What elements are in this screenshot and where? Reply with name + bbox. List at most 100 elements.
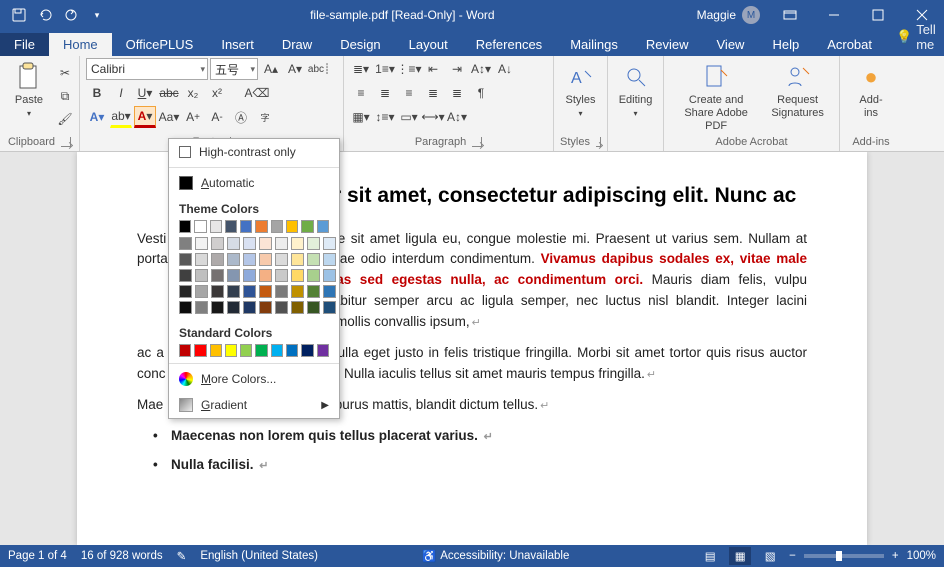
color-swatch[interactable] bbox=[227, 301, 240, 314]
color-swatch[interactable] bbox=[286, 220, 298, 233]
save-icon[interactable] bbox=[8, 4, 30, 26]
show-hide-icon[interactable]: ¶ bbox=[470, 82, 492, 104]
grow-font2-icon[interactable]: A+ bbox=[182, 106, 204, 128]
cut-icon[interactable]: ✂ bbox=[54, 62, 76, 84]
color-swatch[interactable] bbox=[210, 220, 222, 233]
color-swatch[interactable] bbox=[307, 253, 320, 266]
enclosed-char-icon[interactable]: Ⓐ bbox=[230, 106, 252, 128]
text-effects-icon[interactable]: A▾ bbox=[86, 106, 108, 128]
accessibility-indicator[interactable]: ♿ Accessibility: Unavailable bbox=[422, 549, 569, 563]
change-case-icon[interactable]: Aa▾ bbox=[158, 106, 180, 128]
shading-icon[interactable]: ▦▾ bbox=[350, 106, 372, 128]
tab-insert[interactable]: Insert bbox=[207, 33, 268, 56]
user-account[interactable]: Maggie M bbox=[689, 6, 768, 24]
color-swatch[interactable] bbox=[243, 237, 256, 250]
qat-dropdown-icon[interactable]: ▾ bbox=[86, 4, 108, 26]
color-swatch[interactable] bbox=[255, 220, 267, 233]
styles-button[interactable]: A Styles▾ bbox=[560, 58, 601, 119]
shrink-font-icon[interactable]: A▾ bbox=[284, 58, 306, 80]
asian-layout-icon[interactable]: A↕▾ bbox=[470, 58, 492, 80]
paste-button[interactable]: Paste ▾ bbox=[6, 58, 52, 130]
color-swatch[interactable] bbox=[227, 237, 240, 250]
color-swatch[interactable] bbox=[227, 285, 240, 298]
shrink-font2-icon[interactable]: A- bbox=[206, 106, 228, 128]
color-swatch[interactable] bbox=[259, 253, 272, 266]
tab-layout[interactable]: Layout bbox=[395, 33, 462, 56]
color-swatch[interactable] bbox=[275, 237, 288, 250]
tab-references[interactable]: References bbox=[462, 33, 556, 56]
tab-acrobat[interactable]: Acrobat bbox=[813, 33, 886, 56]
char-border-icon[interactable]: 字 bbox=[254, 106, 276, 128]
gradient-option[interactable]: Gradient ▶ bbox=[169, 392, 339, 418]
color-swatch[interactable] bbox=[195, 253, 208, 266]
zoom-out-icon[interactable]: − bbox=[789, 550, 796, 562]
zoom-slider[interactable] bbox=[804, 554, 884, 558]
color-swatch[interactable] bbox=[195, 269, 208, 282]
sort-icon[interactable]: A↓ bbox=[494, 58, 516, 80]
asian-justify-icon[interactable]: ⟷▾ bbox=[422, 106, 444, 128]
line-spacing-icon[interactable]: ↕≡▾ bbox=[374, 106, 396, 128]
color-swatch[interactable] bbox=[243, 269, 256, 282]
color-swatch[interactable] bbox=[323, 269, 336, 282]
grow-font-icon[interactable]: A▴ bbox=[260, 58, 282, 80]
color-swatch[interactable] bbox=[227, 253, 240, 266]
ribbon-options-icon[interactable] bbox=[768, 0, 812, 30]
color-swatch[interactable] bbox=[271, 344, 283, 357]
color-swatch[interactable] bbox=[275, 253, 288, 266]
color-swatch[interactable] bbox=[323, 253, 336, 266]
document-area[interactable]: r sit amet, consectetur adipiscing elit.… bbox=[0, 152, 944, 545]
superscript-button[interactable]: x² bbox=[206, 82, 228, 104]
color-swatch[interactable] bbox=[291, 285, 304, 298]
redo-icon[interactable] bbox=[60, 4, 82, 26]
underline-button[interactable]: U▾ bbox=[134, 82, 156, 104]
color-swatch[interactable] bbox=[275, 269, 288, 282]
color-swatch[interactable] bbox=[179, 301, 192, 314]
tab-view[interactable]: View bbox=[703, 33, 759, 56]
color-swatch[interactable] bbox=[194, 344, 206, 357]
color-swatch[interactable] bbox=[211, 301, 224, 314]
color-swatch[interactable] bbox=[195, 285, 208, 298]
subscript-button[interactable]: x₂ bbox=[182, 82, 204, 104]
color-swatch[interactable] bbox=[225, 344, 237, 357]
color-swatch[interactable] bbox=[323, 285, 336, 298]
bullets-icon[interactable]: ≣▾ bbox=[350, 58, 372, 80]
color-swatch[interactable] bbox=[317, 344, 329, 357]
minimize-icon[interactable] bbox=[812, 0, 856, 30]
italic-button[interactable]: I bbox=[110, 82, 132, 104]
print-layout-icon[interactable]: ▦ bbox=[729, 547, 751, 565]
color-swatch[interactable] bbox=[179, 285, 192, 298]
color-swatch[interactable] bbox=[301, 220, 313, 233]
color-swatch[interactable] bbox=[225, 220, 237, 233]
multilevel-icon[interactable]: ⋮≡▾ bbox=[398, 58, 420, 80]
strikethrough-button[interactable]: abc bbox=[158, 82, 180, 104]
align-left-icon[interactable]: ≡ bbox=[350, 82, 372, 104]
align-right-icon[interactable]: ≡ bbox=[398, 82, 420, 104]
highlight-icon[interactable]: ab▾ bbox=[110, 106, 132, 128]
font-size-combo[interactable]: 五号 bbox=[210, 58, 258, 80]
more-colors-option[interactable]: More Colors... bbox=[169, 366, 339, 392]
color-swatch[interactable] bbox=[227, 269, 240, 282]
color-swatch[interactable] bbox=[179, 344, 191, 357]
color-swatch[interactable] bbox=[179, 220, 191, 233]
color-swatch[interactable] bbox=[259, 269, 272, 282]
color-swatch[interactable] bbox=[243, 285, 256, 298]
numbering-icon[interactable]: 1≡▾ bbox=[374, 58, 396, 80]
clipboard-launcher-icon[interactable] bbox=[61, 137, 71, 147]
create-share-pdf-button[interactable]: Create and Share Adobe PDF bbox=[670, 58, 762, 134]
increase-indent-icon[interactable]: ⇥ bbox=[446, 58, 468, 80]
paragraph-launcher-icon[interactable] bbox=[472, 137, 482, 147]
color-swatch[interactable] bbox=[291, 269, 304, 282]
color-swatch[interactable] bbox=[307, 269, 320, 282]
zoom-in-icon[interactable]: + bbox=[892, 550, 899, 562]
undo-icon[interactable] bbox=[34, 4, 56, 26]
tab-review[interactable]: Review bbox=[632, 33, 703, 56]
color-swatch[interactable] bbox=[240, 220, 252, 233]
web-layout-icon[interactable]: ▧ bbox=[759, 547, 781, 565]
color-swatch[interactable] bbox=[307, 237, 320, 250]
tab-design[interactable]: Design bbox=[326, 33, 394, 56]
tell-me[interactable]: 💡 Tell me bbox=[886, 18, 944, 56]
phonetic-guide-icon[interactable]: abc┊ bbox=[308, 58, 330, 80]
color-swatch[interactable] bbox=[291, 253, 304, 266]
color-swatch[interactable] bbox=[301, 344, 313, 357]
zoom-level[interactable]: 100% bbox=[907, 550, 936, 562]
